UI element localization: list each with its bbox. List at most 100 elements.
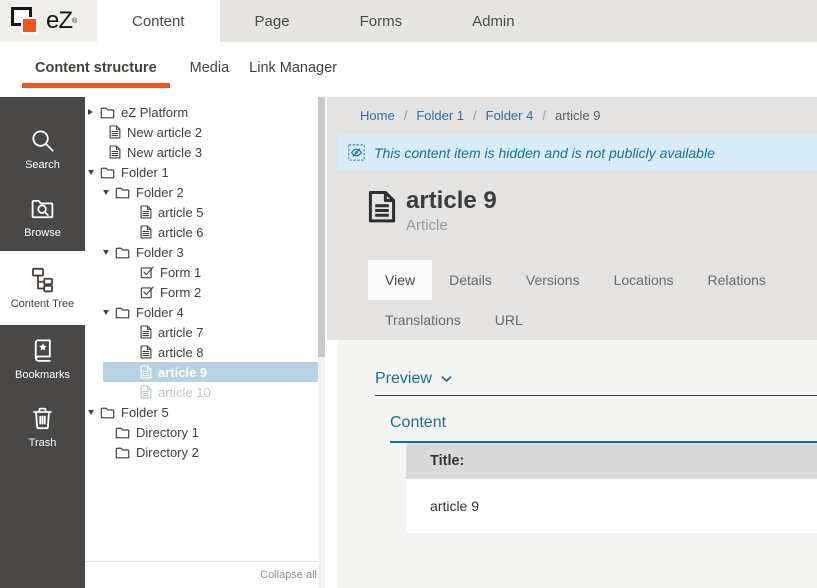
breadcrumb-link-home[interactable]: Home	[360, 108, 395, 123]
preview-divider	[375, 395, 817, 396]
tree-item-folder-5[interactable]: Folder 5	[85, 402, 318, 422]
sidebar-item-bookmarks[interactable]: Bookmarks	[0, 325, 85, 393]
sidebar-item-label: Bookmarks	[15, 369, 70, 381]
collapse-all-button[interactable]: Collapse all	[260, 569, 317, 581]
top-tab-page[interactable]: Page	[220, 0, 325, 42]
top-tab-content[interactable]: Content	[97, 0, 220, 42]
tab-relations[interactable]: Relations	[691, 260, 783, 300]
sidebar-item-trash[interactable]: Trash	[0, 393, 85, 461]
subnav-item-media[interactable]: Media	[190, 60, 230, 83]
tab-details[interactable]: Details	[432, 260, 509, 300]
collapse-arrow-icon[interactable]	[103, 310, 115, 315]
collapse-arrow-icon[interactable]	[103, 190, 115, 195]
tree-item-new-article-2[interactable]: New article 2	[85, 122, 318, 142]
tree-item-directory-1[interactable]: Directory 1	[85, 422, 318, 442]
content-tree-list: eZ Platform New article 2 New article 3 Fol…	[85, 102, 325, 462]
logo-text: eZ	[46, 7, 72, 35]
main-area: Home/Folder 1/Folder 4/article 9 This co…	[325, 97, 817, 588]
main-header: Home/Folder 1/Folder 4/article 9 This co…	[327, 97, 817, 340]
article-icon	[140, 325, 152, 339]
subnav-item-link-manager[interactable]: Link Manager	[249, 60, 337, 83]
tree-item-article-8[interactable]: article 8	[85, 342, 318, 362]
chevron-down-icon	[441, 375, 452, 383]
article-icon	[368, 190, 396, 223]
tree-footer: Collapse all	[85, 561, 325, 588]
collapse-arrow-icon[interactable]	[103, 250, 115, 255]
tree-item-label[interactable]: article 6	[158, 225, 204, 240]
tree-item-article-5[interactable]: article 5	[85, 202, 318, 222]
tree-item-label[interactable]: New article 2	[127, 125, 202, 140]
breadcrumb: Home/Folder 1/Folder 4/article 9	[327, 97, 817, 135]
tree-scrollbar[interactable]	[318, 97, 325, 588]
breadcrumb-link-folder-4[interactable]: Folder 4	[486, 108, 534, 123]
tree-item-label[interactable]: Directory 1	[136, 425, 199, 440]
tree-item-label[interactable]: Folder 3	[136, 245, 184, 260]
tree-item-article-10[interactable]: article 10	[85, 382, 318, 402]
top-tab-forms[interactable]: Forms	[325, 0, 438, 42]
tree-item-label[interactable]: New article 3	[127, 145, 202, 160]
subnav-item-content-structure[interactable]: Content structure	[22, 60, 170, 88]
top-nav: ContentPageFormsAdmin	[97, 0, 817, 42]
breadcrumb-current: article 9	[555, 108, 601, 123]
tree-item-folder-4[interactable]: Folder 4	[85, 302, 318, 322]
folder-icon	[115, 186, 130, 199]
tab-locations[interactable]: Locations	[597, 260, 691, 300]
ez-logo[interactable]: eZ ®	[0, 0, 97, 42]
sidebar-item-label: Search	[25, 159, 60, 171]
tree-item-label[interactable]: article 7	[158, 325, 204, 340]
tree-item-label[interactable]: Folder 2	[136, 185, 184, 200]
folder-icon	[100, 106, 115, 119]
tree-item-label[interactable]: Folder 1	[121, 165, 169, 180]
tree-item-label[interactable]: Directory 2	[136, 445, 199, 460]
title-row: article 9 Article	[327, 170, 817, 234]
secondary-nav: Content structure Media Link Manager	[0, 42, 817, 97]
tree-item-label[interactable]: Folder 4	[136, 305, 184, 320]
breadcrumb-separator: /	[404, 108, 408, 123]
browse-icon	[29, 195, 56, 222]
tree-item-label[interactable]: article 10	[158, 385, 211, 400]
sidebar-item-search[interactable]: Search	[0, 115, 85, 183]
hidden-notice-banner: This content item is hidden and is not p…	[337, 135, 817, 170]
tree-item-folder-2[interactable]: Folder 2	[85, 182, 318, 202]
page-title: article 9	[406, 188, 497, 214]
tree-item-article-6[interactable]: article 6	[85, 222, 318, 242]
content-tabs: ViewDetailsVersionsLocationsRelations Tr…	[327, 260, 817, 340]
tree-item-label[interactable]: Folder 5	[121, 405, 169, 420]
folder-icon	[115, 246, 130, 259]
tree-item-folder-1[interactable]: Folder 1	[85, 162, 318, 182]
tree-item-article-9[interactable]: article 9	[85, 362, 318, 382]
tab-versions[interactable]: Versions	[509, 260, 597, 300]
tree-item-label[interactable]: Form 2	[160, 285, 201, 300]
tree-item-article-7[interactable]: article 7	[85, 322, 318, 342]
tab-url[interactable]: URL	[478, 300, 540, 340]
tree-scrollbar-thumb[interactable]	[318, 97, 325, 357]
tree-item-label[interactable]: article 8	[158, 345, 204, 360]
article-icon	[140, 345, 152, 359]
tree-item-label[interactable]: article 5	[158, 205, 204, 220]
collapse-arrow-icon[interactable]	[88, 410, 100, 415]
tree-item-ez-platform[interactable]: eZ Platform	[85, 102, 318, 122]
tree-item-label[interactable]: Form 1	[160, 265, 201, 280]
sidebar-item-content-tree[interactable]: Content Tree	[0, 251, 85, 325]
tree-item-directory-2[interactable]: Directory 2	[85, 442, 318, 462]
tree-item-new-article-3[interactable]: New article 3	[85, 142, 318, 162]
tab-translations[interactable]: Translations	[368, 300, 478, 340]
tree-item-form-2[interactable]: Form 2	[85, 282, 318, 302]
top-bar: eZ ® ContentPageFormsAdmin	[0, 0, 817, 42]
tree-item-label[interactable]: eZ Platform	[121, 105, 188, 120]
top-tab-admin[interactable]: Admin	[437, 0, 550, 42]
content-section: Content Title: article 9	[390, 414, 817, 533]
expand-arrow-icon[interactable]	[88, 109, 100, 115]
preview-toggle[interactable]: Preview	[375, 370, 817, 388]
tree-item-folder-3[interactable]: Folder 3	[85, 242, 318, 262]
article-icon	[140, 225, 152, 239]
sidebar-item-browse[interactable]: Browse	[0, 183, 85, 251]
tab-view[interactable]: View	[368, 260, 432, 300]
breadcrumb-link-folder-1[interactable]: Folder 1	[416, 108, 464, 123]
ez-logo-icon	[10, 4, 46, 38]
collapse-arrow-icon[interactable]	[88, 170, 100, 175]
content-tree-icon	[29, 266, 56, 293]
hidden-eye-icon	[348, 144, 365, 161]
tree-item-form-1[interactable]: Form 1	[85, 262, 318, 282]
tree-item-label[interactable]: article 9	[158, 365, 207, 380]
